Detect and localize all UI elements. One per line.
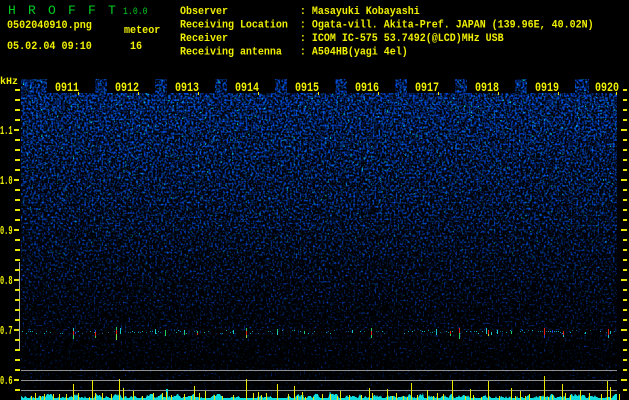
svg-text:F: F xyxy=(68,3,76,18)
svg-text:Receiving antenna : A504HB(y: Receiving antenna : A504HB(yagi 4el) xyxy=(180,46,408,59)
svg-text:16: 16 xyxy=(130,41,142,53)
svg-text:0914: 0914 xyxy=(235,81,259,96)
svg-text:R: R xyxy=(28,3,36,18)
svg-text:1.0.0: 1.0.0 xyxy=(123,5,148,17)
svg-text:0918: 0918 xyxy=(475,81,499,96)
svg-text:0.8: 0.8 xyxy=(0,274,13,287)
svg-text:0912: 0912 xyxy=(115,81,139,96)
svg-text:0915: 0915 xyxy=(295,81,319,96)
svg-text:H: H xyxy=(8,3,16,18)
svg-text:1.0: 1.0 xyxy=(0,174,13,187)
svg-text:0917: 0917 xyxy=(415,81,439,96)
svg-text:05.02.04 09:10: 05.02.04 09:10 xyxy=(7,41,92,53)
svg-text:T: T xyxy=(108,3,116,18)
svg-text:0.6: 0.6 xyxy=(0,374,13,387)
svg-text:0.9: 0.9 xyxy=(0,224,13,237)
svg-text:0502040910.png: 0502040910.png xyxy=(7,20,92,32)
svg-text:Observer : Masayuki: Observer : Masayuki Kobayashi xyxy=(180,6,420,19)
svg-text:0.7: 0.7 xyxy=(0,324,13,337)
svg-text:0919: 0919 xyxy=(535,81,559,96)
svg-text:O: O xyxy=(48,3,56,18)
svg-text:Receiving Location : Ogata-vi: Receiving Location : Ogata-vill. Akita-P… xyxy=(180,19,594,32)
svg-text:Receiver : ICOM IC-: Receiver : ICOM IC-575 53.7492(@LCD)MHz … xyxy=(180,33,504,46)
svg-text:meteor: meteor xyxy=(124,25,160,37)
svg-text:0920: 0920 xyxy=(595,81,619,96)
svg-text:0913: 0913 xyxy=(175,81,199,96)
svg-text:kHz: kHz xyxy=(0,76,18,88)
svg-text:1.1: 1.1 xyxy=(0,124,13,137)
svg-text:0916: 0916 xyxy=(355,81,379,96)
svg-text:F: F xyxy=(88,3,96,18)
svg-text:0911: 0911 xyxy=(55,81,79,96)
